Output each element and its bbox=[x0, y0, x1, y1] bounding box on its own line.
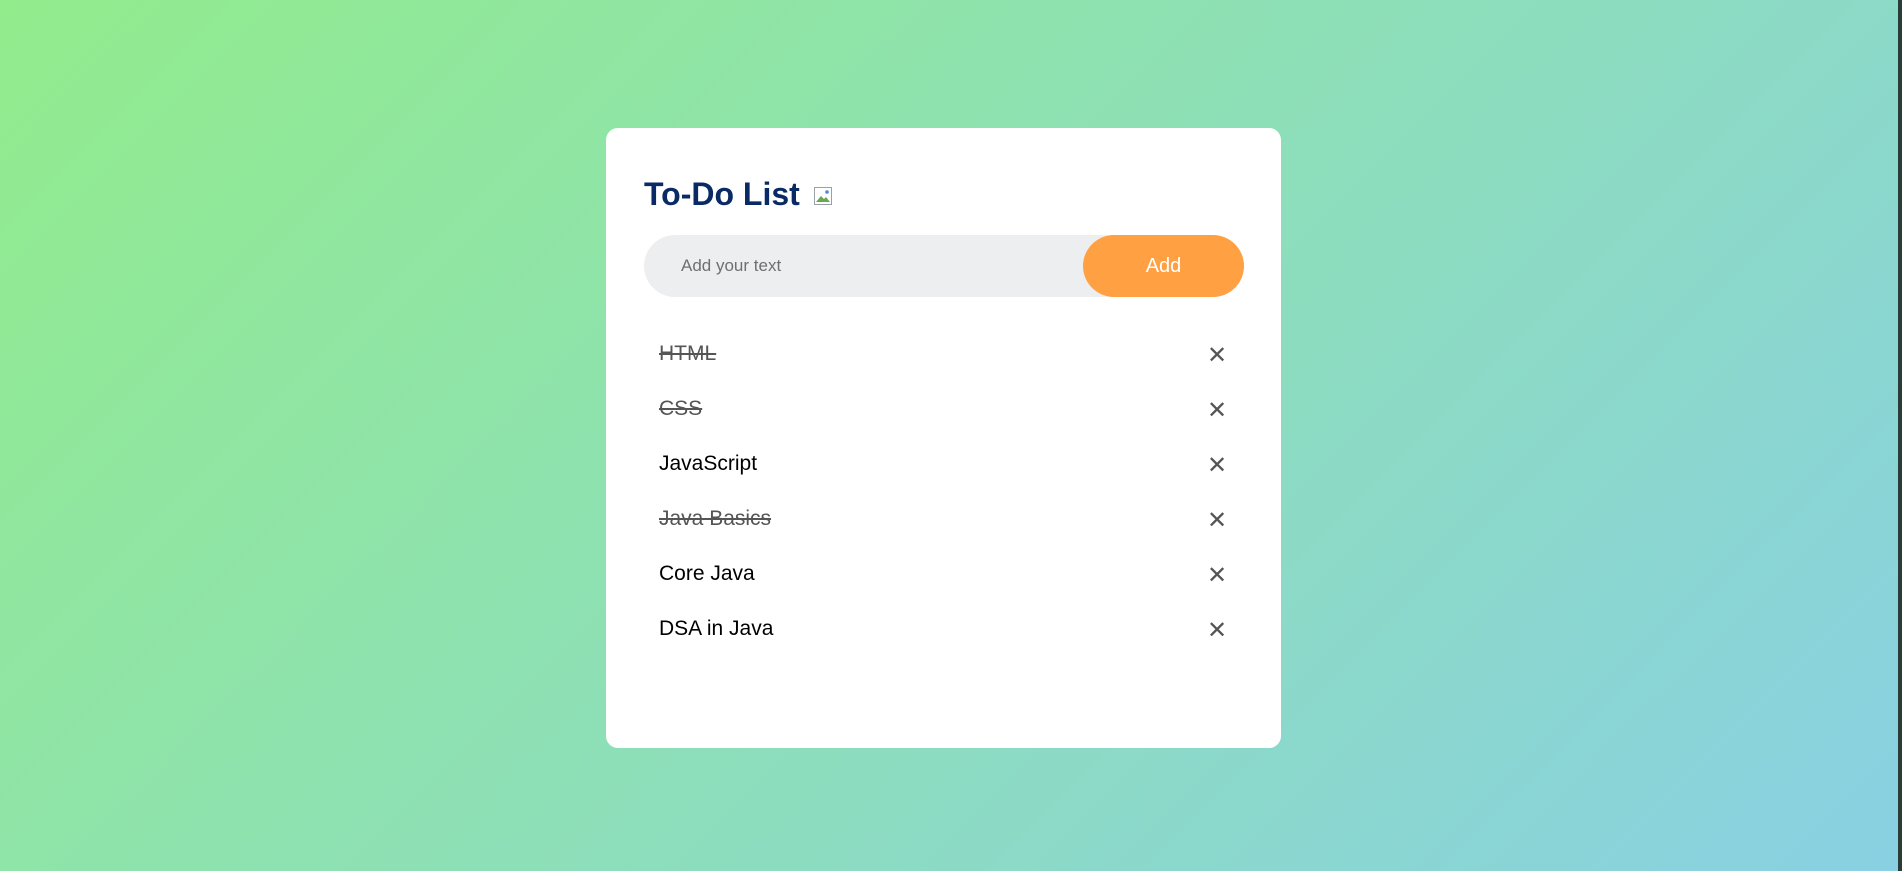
task-text: HTML bbox=[659, 342, 717, 365]
remove-icon[interactable]: ✕ bbox=[1205, 398, 1229, 423]
task-item-core-java[interactable]: Core Java ✕ bbox=[644, 548, 1244, 603]
remove-icon[interactable]: ✕ bbox=[1205, 508, 1229, 533]
task-text: CSS bbox=[659, 397, 703, 420]
window-edge bbox=[1898, 0, 1902, 871]
task-item-html[interactable]: HTML ✕ bbox=[644, 328, 1244, 383]
task-item-java-basics[interactable]: Java Basics ✕ bbox=[644, 493, 1244, 548]
remove-icon[interactable]: ✕ bbox=[1205, 453, 1229, 478]
remove-icon[interactable]: ✕ bbox=[1205, 563, 1229, 588]
task-text: Java Basics bbox=[659, 507, 772, 530]
title-row: To-Do List bbox=[644, 174, 1243, 214]
todo-app-card: To-Do List Add HTML ✕ CSS ✕ JavaScript ✕… bbox=[606, 128, 1281, 748]
task-item-css[interactable]: CSS ✕ bbox=[644, 383, 1244, 438]
task-text: DSA in Java bbox=[659, 617, 774, 640]
task-item-javascript[interactable]: JavaScript ✕ bbox=[644, 438, 1244, 493]
add-button[interactable]: Add bbox=[1083, 235, 1244, 297]
remove-icon[interactable]: ✕ bbox=[1205, 618, 1229, 643]
task-list: HTML ✕ CSS ✕ JavaScript ✕ Java Basics ✕ … bbox=[644, 328, 1244, 658]
task-input[interactable] bbox=[644, 235, 1083, 297]
remove-icon[interactable]: ✕ bbox=[1205, 343, 1229, 368]
task-text: JavaScript bbox=[659, 452, 758, 475]
broken-image-icon bbox=[813, 187, 832, 205]
task-item-dsa-in-java[interactable]: DSA in Java ✕ bbox=[644, 603, 1244, 658]
app-title: To-Do List bbox=[644, 176, 800, 212]
task-text: Core Java bbox=[659, 562, 755, 585]
add-task-row: Add bbox=[644, 235, 1244, 297]
